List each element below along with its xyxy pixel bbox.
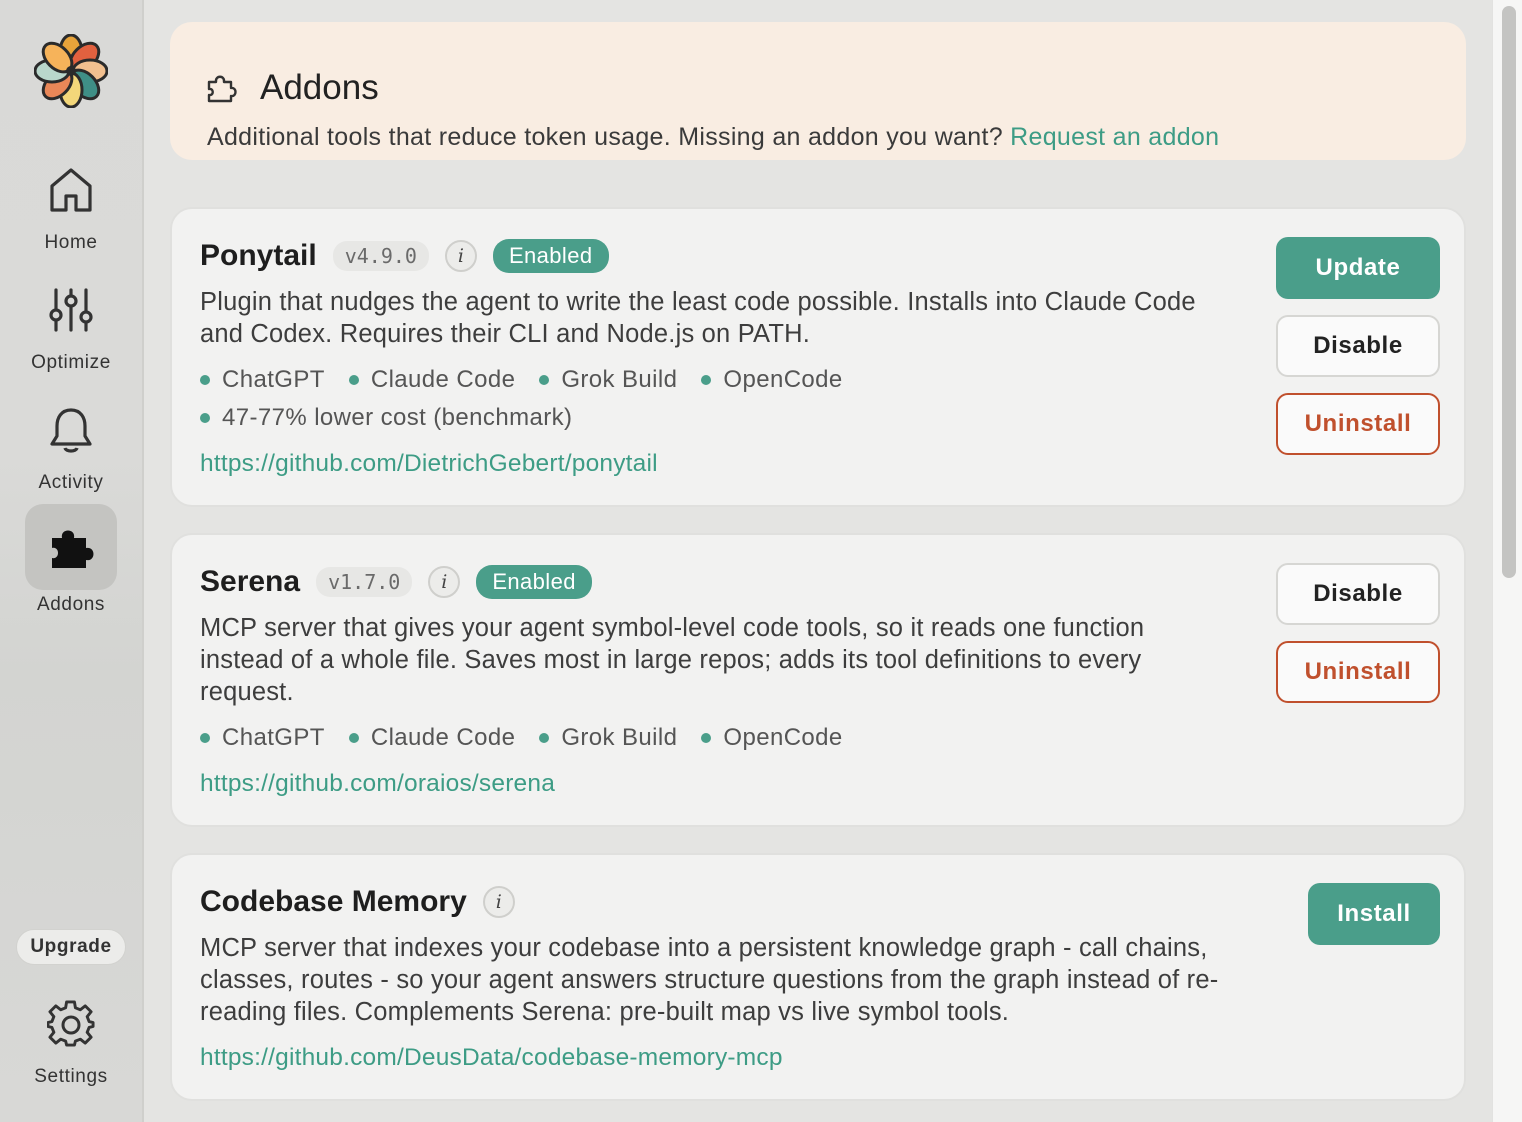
dot-icon	[200, 375, 210, 385]
nav-addons-label: Addons	[36, 594, 106, 615]
info-icon[interactable]: i	[482, 886, 515, 918]
tag-label: ChatGPT	[222, 366, 325, 393]
status-badge: Enabled	[492, 239, 609, 273]
benchmark-tag: 47-77% lower cost (benchmark)	[200, 404, 572, 432]
dot-icon	[348, 375, 359, 385]
install-button[interactable]: Install	[1308, 883, 1440, 945]
status-badge: Enabled	[476, 565, 592, 599]
info-icon[interactable]: i	[444, 240, 477, 272]
addon-title-row: Ponytail v4.9.0 i Enabled	[200, 239, 609, 273]
tag-label: OpenCode	[723, 366, 843, 393]
info-icon[interactable]: i	[428, 566, 461, 598]
puzzle-outline-icon	[207, 75, 237, 103]
tag-label: ChatGPT	[222, 724, 325, 751]
tag-label: Claude Code	[370, 366, 516, 393]
dot-icon	[200, 413, 210, 423]
addon-card-serena: Serena v1.7.0 i Enabled MCP server that …	[170, 533, 1466, 827]
nav-addons[interactable]: Addons	[25, 504, 117, 616]
version-badge: v1.7.0	[316, 567, 413, 597]
addon-description: MCP server that indexes your codebase in…	[200, 934, 1219, 1026]
page-title-row: Addons	[206, 68, 379, 108]
gear-icon	[25, 978, 117, 1070]
nav-settings[interactable]: Settings	[0, 978, 142, 1090]
addon-name: Serena	[200, 565, 301, 598]
nav-settings-label: Settings	[34, 1066, 108, 1087]
update-button[interactable]: Update	[1276, 237, 1440, 299]
page-title: Addons	[260, 68, 379, 107]
tag-label: Grok Build	[561, 724, 678, 751]
tag-label: OpenCode	[723, 724, 843, 751]
dot-icon	[701, 375, 712, 385]
addon-card-codebase-memory: Codebase Memory i MCP server that indexe…	[170, 853, 1466, 1101]
upgrade-button[interactable]: Upgrade	[16, 929, 126, 965]
tag-item: OpenCode	[701, 366, 842, 394]
benchmark-label: 47-77% lower cost (benchmark)	[222, 404, 573, 431]
repo-link[interactable]: https://github.com/DietrichGebert/ponyta…	[200, 450, 658, 478]
tag-item: ChatGPT	[200, 366, 325, 394]
addons-header: Addons Additional tools that reduce toke…	[170, 22, 1466, 160]
addon-title-row: Codebase Memory i	[200, 885, 515, 919]
tag-item: Grok Build	[539, 366, 677, 394]
tag-label: Claude Code	[370, 724, 516, 751]
addon-name: Ponytail	[200, 239, 317, 272]
scrollbar-thumb[interactable]	[1502, 6, 1516, 578]
repo-link[interactable]: https://github.com/DeusData/codebase-mem…	[200, 1044, 783, 1072]
dot-icon	[348, 733, 359, 743]
benchmark-tags: 47-77% lower cost (benchmark)	[200, 404, 572, 432]
tag-item: ChatGPT	[200, 724, 325, 752]
scrollbar-track[interactable]	[1492, 0, 1522, 1122]
addon-description: MCP server that gives your agent symbol-…	[200, 614, 1145, 706]
repo-link[interactable]: https://github.com/oraios/serena	[200, 770, 555, 798]
sliders-icon	[25, 264, 117, 356]
addon-card-ponytail: Ponytail v4.9.0 i Enabled Plugin that nu…	[170, 207, 1466, 507]
nav-optimize[interactable]: Optimize	[0, 264, 142, 376]
tag-item: Claude Code	[348, 366, 516, 394]
main-content: Addons Additional tools that reduce toke…	[146, 0, 1492, 1122]
addon-description: Plugin that nudges the agent to write th…	[200, 288, 1196, 348]
home-icon	[25, 144, 117, 236]
puzzle-icon	[25, 504, 117, 590]
addon-name: Codebase Memory	[200, 885, 467, 918]
uninstall-button[interactable]: Uninstall	[1276, 641, 1440, 703]
dot-icon	[539, 733, 550, 743]
dot-icon	[539, 375, 550, 385]
nav-optimize-label: Optimize	[31, 352, 111, 373]
page-description-text: Additional tools that reduce token usage…	[207, 123, 1003, 151]
nav-home-label: Home	[44, 232, 98, 253]
nav-home[interactable]: Home	[0, 144, 142, 256]
request-addon-link[interactable]: Request an addon	[1010, 123, 1219, 151]
compat-tags: ChatGPT Claude Code Grok Build OpenCode	[200, 366, 843, 394]
uninstall-button[interactable]: Uninstall	[1276, 393, 1440, 455]
tag-item: Claude Code	[348, 724, 516, 752]
bell-icon	[25, 384, 117, 476]
tag-label: Grok Build	[561, 366, 678, 393]
dot-icon	[701, 733, 712, 743]
page-description: Additional tools that reduce token usage…	[207, 123, 1219, 152]
disable-button[interactable]: Disable	[1276, 563, 1440, 625]
tag-item: Grok Build	[539, 724, 677, 752]
tag-item: OpenCode	[701, 724, 842, 752]
disable-button[interactable]: Disable	[1276, 315, 1440, 377]
dot-icon	[200, 733, 210, 743]
addon-title-row: Serena v1.7.0 i Enabled	[200, 565, 592, 599]
version-badge: v4.9.0	[332, 241, 429, 271]
compat-tags: ChatGPT Claude Code Grok Build OpenCode	[200, 724, 843, 752]
app-logo-icon	[34, 34, 108, 108]
nav-activity[interactable]: Activity	[0, 384, 142, 496]
nav-activity-label: Activity	[38, 472, 104, 493]
sidebar: Home Optimize Activity Addons Upgrade Se…	[0, 0, 144, 1122]
